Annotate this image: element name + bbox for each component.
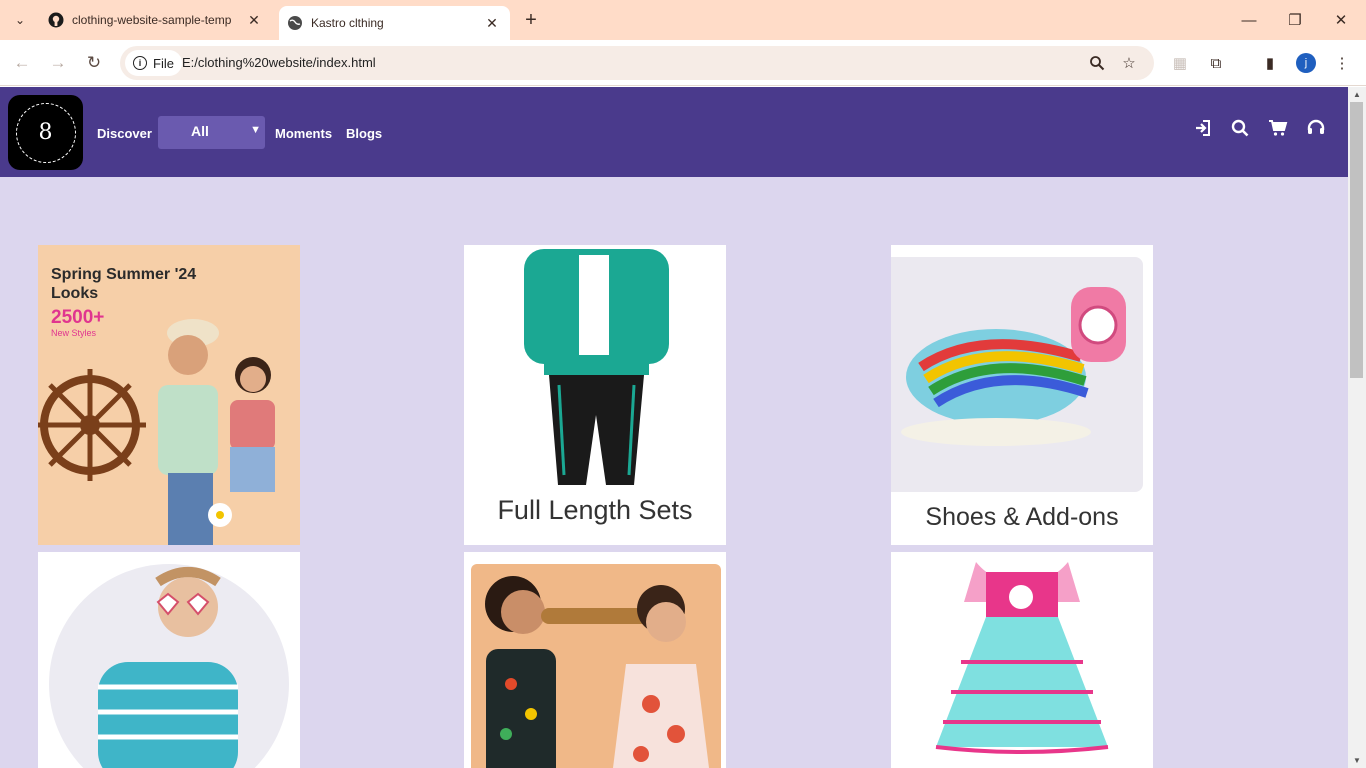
card-image-bg xyxy=(891,257,1143,492)
globe-icon xyxy=(287,15,303,31)
tracksuit-image xyxy=(524,249,669,485)
zoom-icon[interactable] xyxy=(1087,53,1107,73)
unicorn-dress-image xyxy=(935,562,1109,754)
site-info-chip[interactable]: i File xyxy=(125,50,182,76)
tab-title: Kastro clthing xyxy=(311,16,384,30)
kids-telescope-image xyxy=(485,576,709,768)
girl-sunglasses-image xyxy=(49,564,289,768)
product-card-girl-sunglasses[interactable] xyxy=(38,552,300,768)
profile-avatar[interactable]: j xyxy=(1296,53,1316,73)
shoes-watch-image xyxy=(901,287,1126,446)
product-card-kids-telescope[interactable] xyxy=(464,552,726,768)
product-card-shoes-addons[interactable]: Shoes & Add-ons xyxy=(891,245,1153,545)
product-card-spring-summer[interactable]: Spring Summer '24 Looks 2500+ New Styles xyxy=(38,245,300,545)
scroll-up-arrow-icon[interactable]: ▲ xyxy=(1353,90,1361,99)
bookmark-star-icon[interactable]: ☆ xyxy=(1119,53,1139,73)
card-caption: Full Length Sets xyxy=(497,495,693,525)
browser-tab-strip: ⌄ clothing-website-sample-temp ✕ Kastro … xyxy=(0,0,1366,40)
forward-arrow-icon[interactable]: → xyxy=(44,49,72,77)
scroll-down-arrow-icon[interactable]: ▼ xyxy=(1353,756,1361,765)
scrollbar-thumb[interactable] xyxy=(1350,102,1363,378)
tab-kastro[interactable]: Kastro clthing ✕ xyxy=(279,6,510,40)
new-tab-plus-icon[interactable]: + xyxy=(519,8,543,32)
product-card-full-length-sets[interactable]: Full Length Sets xyxy=(464,245,726,545)
close-icon[interactable]: ✕ xyxy=(482,15,502,32)
chevron-down-icon: ▼ xyxy=(250,124,261,136)
url-text[interactable]: E:/clothing%20website/index.html xyxy=(182,55,376,70)
side-panel-icon[interactable]: ▮ xyxy=(1259,52,1281,74)
search-icon[interactable] xyxy=(1229,117,1251,139)
extension-puzzle-faded-icon[interactable]: ▦ xyxy=(1169,52,1191,74)
logo-mark: 8 xyxy=(15,102,76,163)
card-title: Spring Summer '24 Looks xyxy=(51,266,197,302)
page-viewport: 8 Discover All ▼ Moments Blogs Spring Su… xyxy=(0,87,1348,768)
close-icon[interactable]: ✕ xyxy=(244,12,264,29)
category-select-value: All xyxy=(191,123,209,139)
back-arrow-icon[interactable]: ← xyxy=(8,49,36,77)
product-card-unicorn-dress[interactable] xyxy=(891,552,1153,768)
nav-moments[interactable]: Moments xyxy=(275,126,332,141)
window-close-icon[interactable]: ✕ xyxy=(1318,0,1364,40)
cart-icon[interactable] xyxy=(1267,117,1289,139)
kids-ship-wheel-illustration xyxy=(38,319,275,545)
site-chip-label: File xyxy=(153,55,174,71)
card-caption: Shoes & Add-ons xyxy=(925,503,1119,531)
page-scrollbar[interactable]: ▲ ▼ xyxy=(1348,87,1366,768)
tab-github[interactable]: clothing-website-sample-temp ✕ xyxy=(40,0,272,40)
address-bar[interactable]: i File E:/clothing%20website/index.html … xyxy=(120,46,1154,80)
browser-toolbar: ← → ↻ i File E:/clothing%20website/index… xyxy=(0,40,1366,86)
tab-title: clothing-website-sample-temp xyxy=(72,13,232,27)
restore-icon[interactable]: ❐ xyxy=(1272,0,1318,40)
login-icon[interactable] xyxy=(1192,117,1214,139)
menu-kebab-icon[interactable]: ⋮ xyxy=(1331,52,1353,74)
extensions-icon[interactable]: ⧉ xyxy=(1205,52,1227,74)
site-header: 8 Discover All ▼ Moments Blogs xyxy=(0,87,1348,177)
category-select[interactable]: All ▼ xyxy=(158,116,265,149)
support-headset-icon[interactable] xyxy=(1305,117,1327,139)
card-image-bg xyxy=(471,564,721,768)
nav-blogs[interactable]: Blogs xyxy=(346,126,382,141)
nav-discover[interactable]: Discover xyxy=(97,126,152,141)
reload-icon[interactable]: ↻ xyxy=(80,49,108,77)
brand-logo[interactable]: 8 xyxy=(8,95,83,170)
info-icon: i xyxy=(133,56,147,70)
github-icon xyxy=(48,12,64,28)
minimize-icon[interactable]: — xyxy=(1226,0,1272,40)
tab-search-chevron-icon[interactable]: ⌄ xyxy=(6,6,34,34)
